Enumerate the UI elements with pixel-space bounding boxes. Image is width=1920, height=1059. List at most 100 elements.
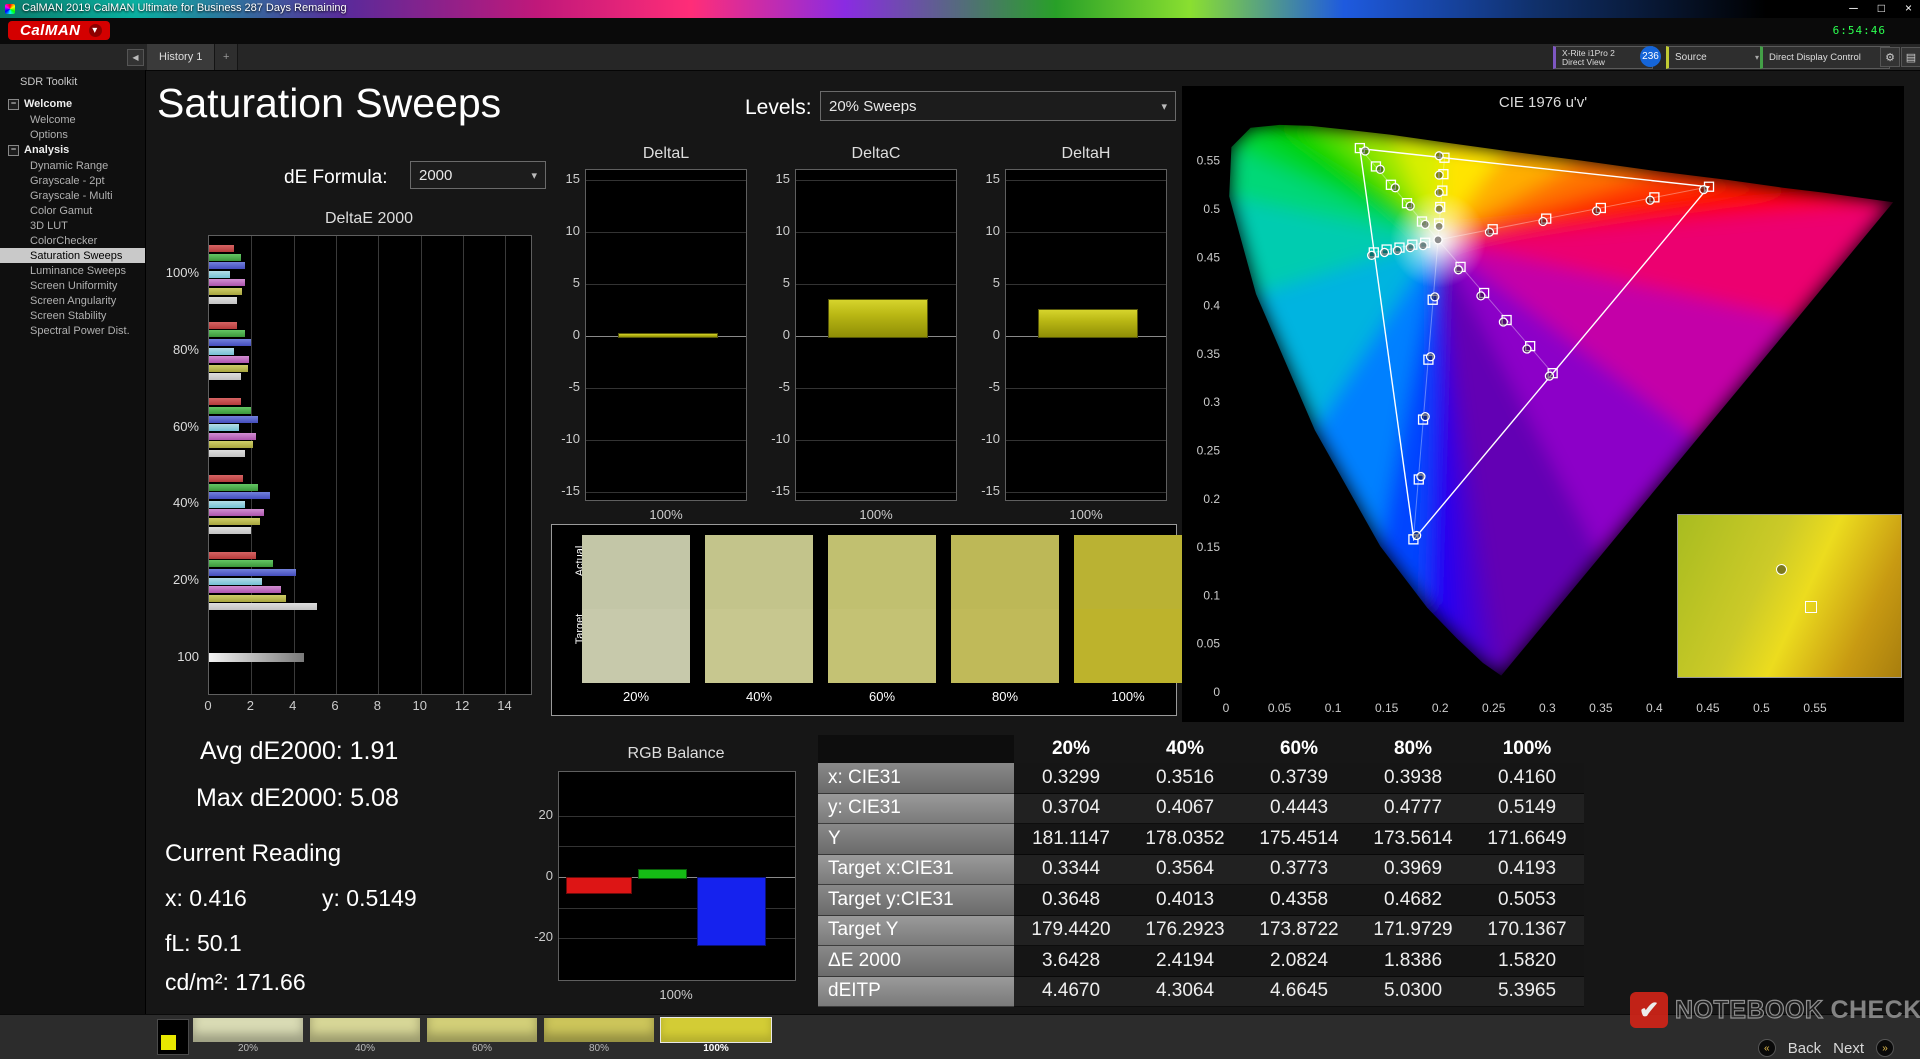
current-reading-heading: Current Reading [165,840,342,867]
tab-history-1[interactable]: History 1 [147,44,216,70]
measurement-count-badge: 236 [1640,46,1661,67]
measured-marker-red [1645,195,1655,205]
sidebar-item-screen-stability[interactable]: Screen Stability [0,308,145,323]
delta-bar [618,332,718,338]
meter-dropdown[interactable]: X-Rite i1Pro 2 Direct View ▾ [1553,46,1653,69]
x-tick-label: 0.2 [1432,701,1449,715]
sidebar-item-screen-angularity[interactable]: Screen Angularity [0,293,145,308]
back-button[interactable]: Back [1788,1040,1821,1057]
sidebar-item-luminance-sweeps[interactable]: Luminance Sweeps [0,263,145,278]
back-icon[interactable]: « [1757,1039,1776,1057]
levels-dropdown[interactable]: 20% Sweeps ▾ [820,91,1176,121]
y-tick-label: 60% [172,418,199,434]
table-cell: 1.8386 [1356,946,1470,977]
patch-thumb-100%[interactable]: 100% [660,1017,772,1054]
next-icon[interactable]: » [1876,1039,1894,1057]
plot-area [585,169,747,501]
measured-marker-red [1538,216,1548,227]
sidebar-group-label: Analysis [24,144,70,156]
next-button[interactable]: Next [1833,1040,1864,1057]
y-axis: 15 10 5 0 -5 -10 -15 [557,145,583,525]
patch-thumb-20%[interactable]: 20% [193,1018,303,1054]
x-tick-label: 0.55 [1803,701,1827,715]
swatch-label: 60% [868,689,896,704]
calman-menu-button[interactable]: CalMAN ▾ [8,21,110,40]
source-dropdown[interactable]: Source ▾ [1666,46,1764,69]
patch-thumb-60%[interactable]: 60% [427,1018,537,1054]
patch-thumb-80%[interactable]: 80% [544,1018,654,1054]
de-bar-white [209,373,241,381]
sidebar-item-grayscale-multi[interactable]: Grayscale - Multi [0,188,145,203]
gridline [1006,388,1166,389]
y-tick-label: 5 [572,275,580,290]
deltaE-x-axis: 0 2 4 6 8 10 12 14 [204,698,538,714]
display-control-label: Direct Display Control [1769,52,1861,63]
sidebar-item-welcome[interactable]: Welcome [0,112,145,127]
gridline [586,180,746,181]
sidebar-item-saturation-sweeps[interactable]: Saturation Sweeps [0,248,145,263]
deltaE-y-axis: 100% 80% 60% 40% 20% 100 [163,235,203,693]
gridline [586,388,746,389]
table-cell: 0.3648 [1014,885,1128,916]
chart-title: DeltaH [1061,145,1111,162]
avg-de2000-readout: Avg dE2000: 1.91 [200,737,399,765]
sidebar-item-screen-uniformity[interactable]: Screen Uniformity [0,278,145,293]
gridline [796,232,956,233]
y-tick-label: 0.45 [1197,250,1221,264]
x-tick-label: 10 [412,698,427,713]
meter-mode: Direct View [1562,56,1605,67]
sidebar-item-colorchecker[interactable]: ColorChecker [0,233,145,248]
y-tick-label: 40% [172,495,199,511]
x-tick-label: 0.25 [1482,701,1506,715]
rgb-bar-green [637,869,688,879]
de-bar-red [209,475,243,483]
gridline [336,236,338,694]
expander-icon[interactable]: − [8,98,19,110]
measured-marker-red [1591,206,1602,216]
y-tick-label: -15 [561,483,580,498]
sidebar-item-color-gamut[interactable]: Color Gamut [0,203,145,218]
patch-window-button[interactable] [157,1019,189,1055]
expander-icon[interactable]: − [8,144,19,156]
tab-add-button[interactable]: + [215,44,239,70]
sidebar-item-3d-lut[interactable]: 3D LUT [0,218,145,233]
sidebar-item-grayscale-2pt[interactable]: Grayscale - 2pt [0,173,145,188]
gridline [378,236,380,694]
y-tick-label: 20 [538,806,553,822]
gridline [586,492,746,493]
chart-title: CIE 1976 u'v' [1498,94,1588,111]
sidebar-group-welcome[interactable]: − Welcome [0,96,145,112]
sidebar-item-options[interactable]: Options [0,127,145,142]
y-tick-label: -10 [771,431,790,446]
maximize-button[interactable]: □ [1878,1,1885,15]
close-button[interactable]: × [1905,1,1912,15]
sidebar-item-spectral-power-dist[interactable]: Spectral Power Dist. [0,323,145,338]
de-formula-dropdown[interactable]: 2000 ▾ [410,161,546,189]
actual-swatch [1074,535,1182,609]
display-settings-button[interactable]: ▤ [1901,47,1920,67]
patch-thumb-40%[interactable]: 40% [310,1018,420,1054]
de-bar-cyan [209,577,262,585]
actual-swatch [705,535,813,609]
de-bar-blue [209,262,245,270]
minimize-button[interactable]: ─ [1849,1,1858,15]
deltaC-chart: DeltaC 15 10 5 0 -5 -10 -15 100% [767,145,959,525]
x-tick-label: 2 [246,698,254,713]
gridline [796,180,956,181]
gridline [1006,492,1166,493]
x-tick-label: 0.3 [1539,701,1556,715]
de-bar-cyan [209,270,231,278]
sidebar-item-dynamic-range[interactable]: Dynamic Range [0,158,145,173]
de-bar-cyan [209,347,235,355]
measured-marker-yellow [1434,221,1444,231]
deltaE-2000-chart: DeltaE 2000 100% 80% 60% 40% 20% 100 0 2 4 6 8 10 1… [163,210,535,715]
sidebar-collapse-button[interactable]: ◀ [127,49,144,66]
y-tick-label: -15 [771,483,790,498]
row-label: dEITP [818,976,1014,1007]
de-formula-value: 2000 [419,166,453,184]
display-control-dropdown[interactable]: Direct Display Control ▾ [1760,46,1890,69]
settings-gear-button[interactable]: ⚙ [1880,47,1900,67]
sidebar-group-analysis[interactable]: − Analysis [0,142,145,158]
de-bar-white [209,603,317,611]
row-label: Target Y [818,915,1014,946]
